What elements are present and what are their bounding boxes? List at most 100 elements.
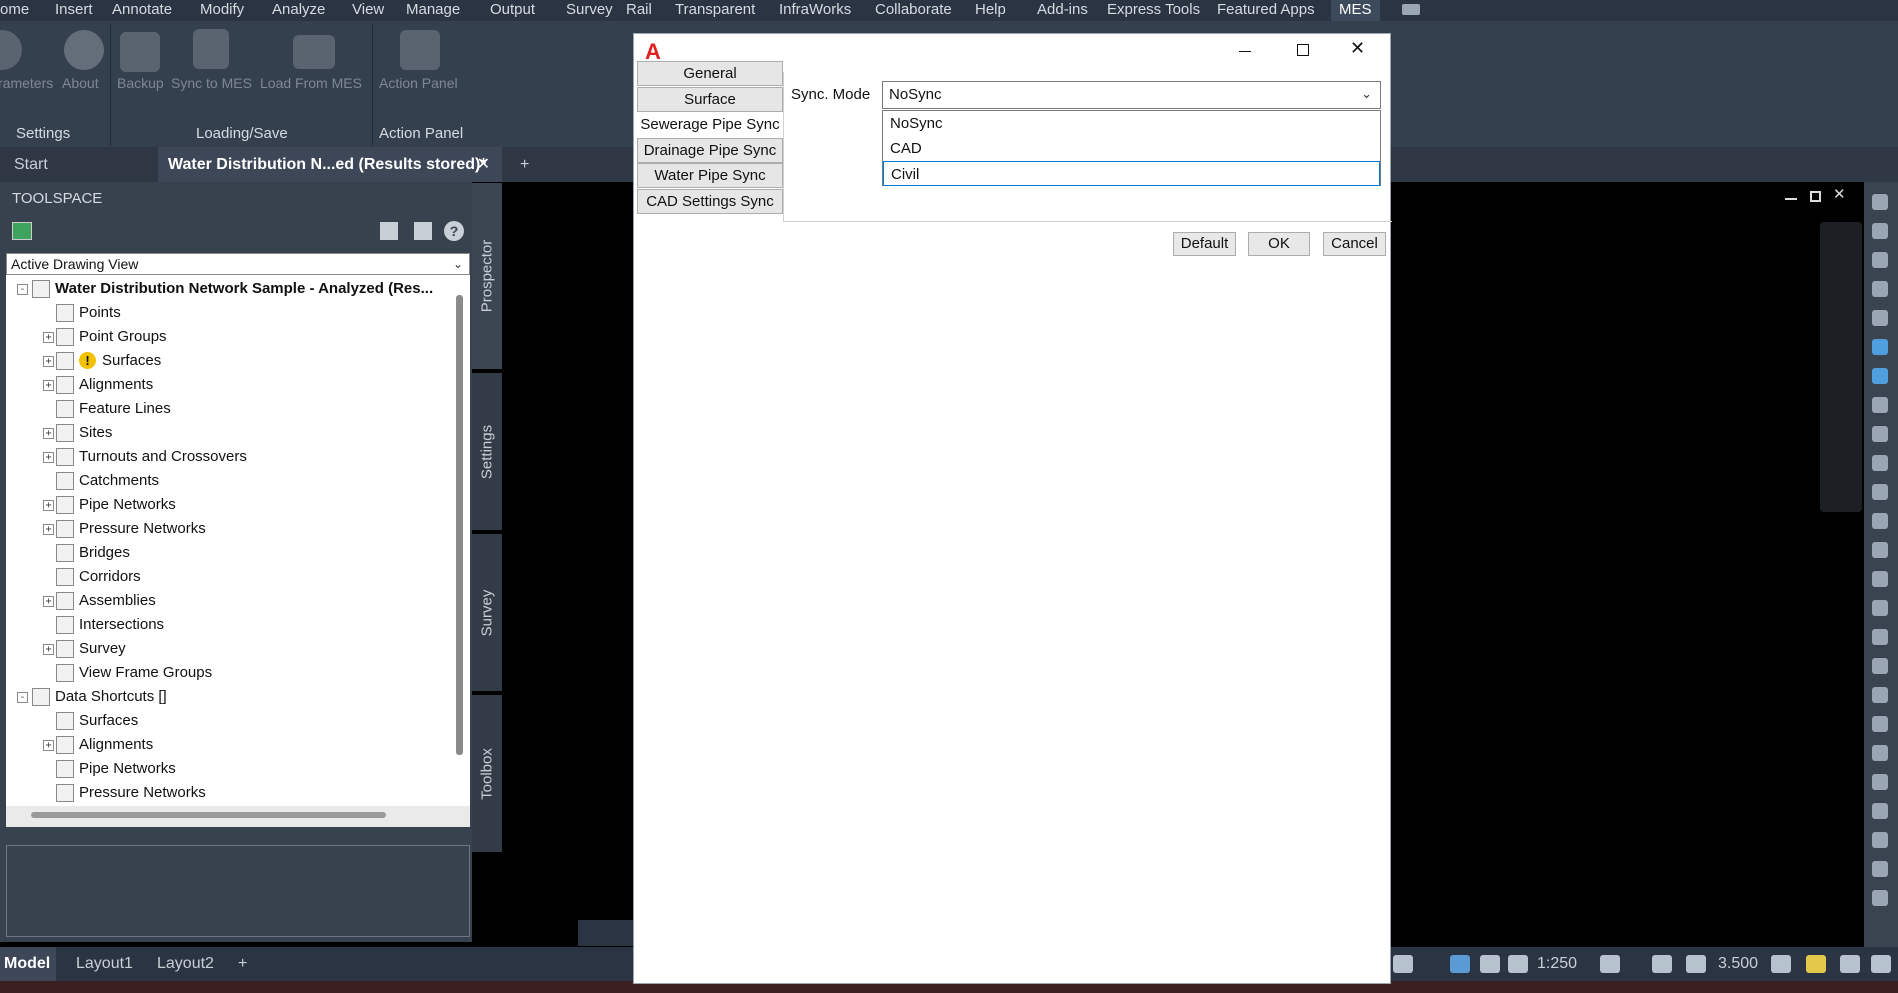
annotation-visibility-icon[interactable] xyxy=(1450,955,1470,973)
tree-item[interactable]: Assemblies xyxy=(79,589,156,613)
tree-item[interactable]: Feature Lines xyxy=(79,397,171,421)
tree-item[interactable]: Intersections xyxy=(79,613,164,637)
expand-icon[interactable]: + xyxy=(43,452,54,463)
nav-general[interactable]: General xyxy=(637,61,783,86)
toolbar-tool-icon[interactable] xyxy=(1872,687,1888,703)
toolbar-tool-icon[interactable] xyxy=(1872,397,1888,413)
tree-item[interactable]: Surfaces xyxy=(79,709,138,733)
workspace-icon[interactable] xyxy=(1806,955,1826,973)
sync-mode-select[interactable]: NoSync ⌄ xyxy=(882,81,1381,109)
collapse-icon[interactable]: - xyxy=(17,284,28,295)
toolbar-tool-icon[interactable] xyxy=(1872,890,1888,906)
tree-item[interactable]: Pressure Networks xyxy=(79,781,206,805)
menu-icon[interactable] xyxy=(1871,955,1891,973)
load-from-mes-button[interactable]: Load From MES xyxy=(260,75,362,91)
expand-icon[interactable]: + xyxy=(43,380,54,391)
nav-cad-settings-sync[interactable]: CAD Settings Sync xyxy=(637,188,783,214)
menu-item-collaborate[interactable]: Collaborate xyxy=(875,0,952,21)
nav-surface[interactable]: Surface xyxy=(637,86,783,112)
expand-icon[interactable]: + xyxy=(43,524,54,535)
toolbar-tool-icon[interactable] xyxy=(1872,542,1888,558)
expand-icon[interactable]: + xyxy=(43,356,54,367)
side-tab-toolbox[interactable]: Toolbox xyxy=(472,695,502,852)
option-civil[interactable]: Civil xyxy=(883,161,1380,186)
restore-icon[interactable] xyxy=(1810,191,1821,202)
tree-item[interactable]: Alignments xyxy=(79,373,153,397)
about-button[interactable]: About xyxy=(62,75,99,91)
tree-item[interactable]: Water Distribution Network Sample - Anal… xyxy=(55,277,433,301)
menu-item-view[interactable]: View xyxy=(352,0,384,21)
plus-icon[interactable] xyxy=(1652,955,1672,973)
horizontal-scrollbar[interactable] xyxy=(31,812,386,818)
toolbar-tool-icon[interactable] xyxy=(1872,513,1888,529)
action-panel-button[interactable]: Action Panel xyxy=(379,75,458,91)
tab-water-distribution[interactable]: Water Distribution N...ed (Results store… xyxy=(158,147,502,182)
collapse-icon[interactable]: - xyxy=(17,692,28,703)
navigation-bar[interactable] xyxy=(1820,222,1862,512)
tree-item[interactable]: Point Groups xyxy=(79,325,167,349)
menu-item-add-ins[interactable]: Add-ins xyxy=(1037,0,1088,21)
close-icon[interactable]: ✕ xyxy=(477,147,490,182)
tree-item[interactable]: Surfaces xyxy=(102,349,161,373)
parameters-button[interactable]: rameters xyxy=(0,75,53,91)
side-tab-survey[interactable]: Survey xyxy=(472,534,502,691)
toolbar-tool-icon[interactable] xyxy=(1872,426,1888,442)
menu-item-insert[interactable]: Insert xyxy=(55,0,93,21)
menu-item-analyze[interactable]: Analyze xyxy=(272,0,325,21)
menu-item-survey[interactable]: Survey xyxy=(566,0,613,21)
toolbar-tool-icon[interactable] xyxy=(1872,339,1888,355)
toolbar-tool-icon[interactable] xyxy=(1872,252,1888,268)
tree-item[interactable]: View Frame Groups xyxy=(79,661,212,685)
toolbar-tool-icon[interactable] xyxy=(1872,310,1888,326)
sync-to-mes-button[interactable]: Sync to MES xyxy=(171,75,252,91)
tree-item[interactable]: Turnouts and Crossovers xyxy=(79,445,247,469)
expand-icon[interactable]: + xyxy=(43,740,54,751)
toolbar-tool-icon[interactable] xyxy=(1872,571,1888,587)
menu-item-modify[interactable]: Modify xyxy=(200,0,244,21)
toolbar-tool-icon[interactable] xyxy=(1872,861,1888,877)
viewport-icon[interactable] xyxy=(1393,955,1413,973)
menu-item-transparent[interactable]: Transparent xyxy=(675,0,755,21)
tree-item[interactable]: Survey xyxy=(79,637,126,661)
toolbar-tool-icon[interactable] xyxy=(1872,658,1888,674)
toolbar-tool-icon[interactable] xyxy=(1872,194,1888,210)
backup-button[interactable]: Backup xyxy=(117,75,164,91)
minimize-icon[interactable] xyxy=(1239,51,1251,52)
toolbar-tool-icon[interactable] xyxy=(1872,774,1888,790)
nav-water-pipe-sync[interactable]: Water Pipe Sync xyxy=(637,163,783,188)
vertical-scrollbar[interactable] xyxy=(456,295,463,755)
side-tab-settings[interactable]: Settings xyxy=(472,373,502,530)
menu-item-output[interactable]: Output xyxy=(490,0,535,21)
tree-item[interactable]: Pipe Networks xyxy=(79,493,176,517)
maximize-icon[interactable] xyxy=(1297,44,1309,56)
default-button[interactable]: Default xyxy=(1173,232,1236,256)
tree-item[interactable]: Alignments xyxy=(79,733,153,757)
tab-layout1[interactable]: Layout1 xyxy=(76,947,133,981)
add-tab-button[interactable]: + xyxy=(520,147,534,182)
menu-item-infraworks[interactable]: InfraWorks xyxy=(779,0,851,21)
menu-item-express-tools[interactable]: Express Tools xyxy=(1107,0,1200,21)
tree-item[interactable]: Bridges xyxy=(79,541,130,565)
toolbar-tool-icon[interactable] xyxy=(1872,281,1888,297)
tab-start[interactable]: Start xyxy=(14,147,48,182)
panel-icon[interactable] xyxy=(414,222,432,240)
expand-icon[interactable]: + xyxy=(43,332,54,343)
toolbar-tool-icon[interactable] xyxy=(1872,600,1888,616)
add-layout-button[interactable]: + xyxy=(238,947,247,981)
close-icon[interactable]: ✕ xyxy=(1350,38,1365,59)
gear-icon[interactable] xyxy=(1600,955,1620,973)
tree-item[interactable]: Data Shortcuts [] xyxy=(55,685,167,709)
tree-item[interactable]: Catchments xyxy=(79,469,159,493)
toolbar-tool-icon[interactable] xyxy=(1872,455,1888,471)
menu-item-featured-apps[interactable]: Featured Apps xyxy=(1217,0,1315,21)
toolbar-tool-icon[interactable] xyxy=(1872,223,1888,239)
menu-item-ome[interactable]: ome xyxy=(0,0,29,21)
toolbar-tool-icon[interactable] xyxy=(1872,484,1888,500)
scale-value[interactable]: 1:250 xyxy=(1537,947,1577,981)
command-line-handle[interactable] xyxy=(578,920,636,946)
nav-sewerage-pipe-sync[interactable]: Sewerage Pipe Sync xyxy=(637,112,783,137)
option-nosync[interactable]: NoSync xyxy=(883,111,1380,136)
tree-item[interactable]: Pipe Networks xyxy=(79,757,176,781)
expand-icon[interactable]: + xyxy=(43,428,54,439)
nav-drainage-pipe-sync[interactable]: Drainage Pipe Sync xyxy=(637,137,783,163)
